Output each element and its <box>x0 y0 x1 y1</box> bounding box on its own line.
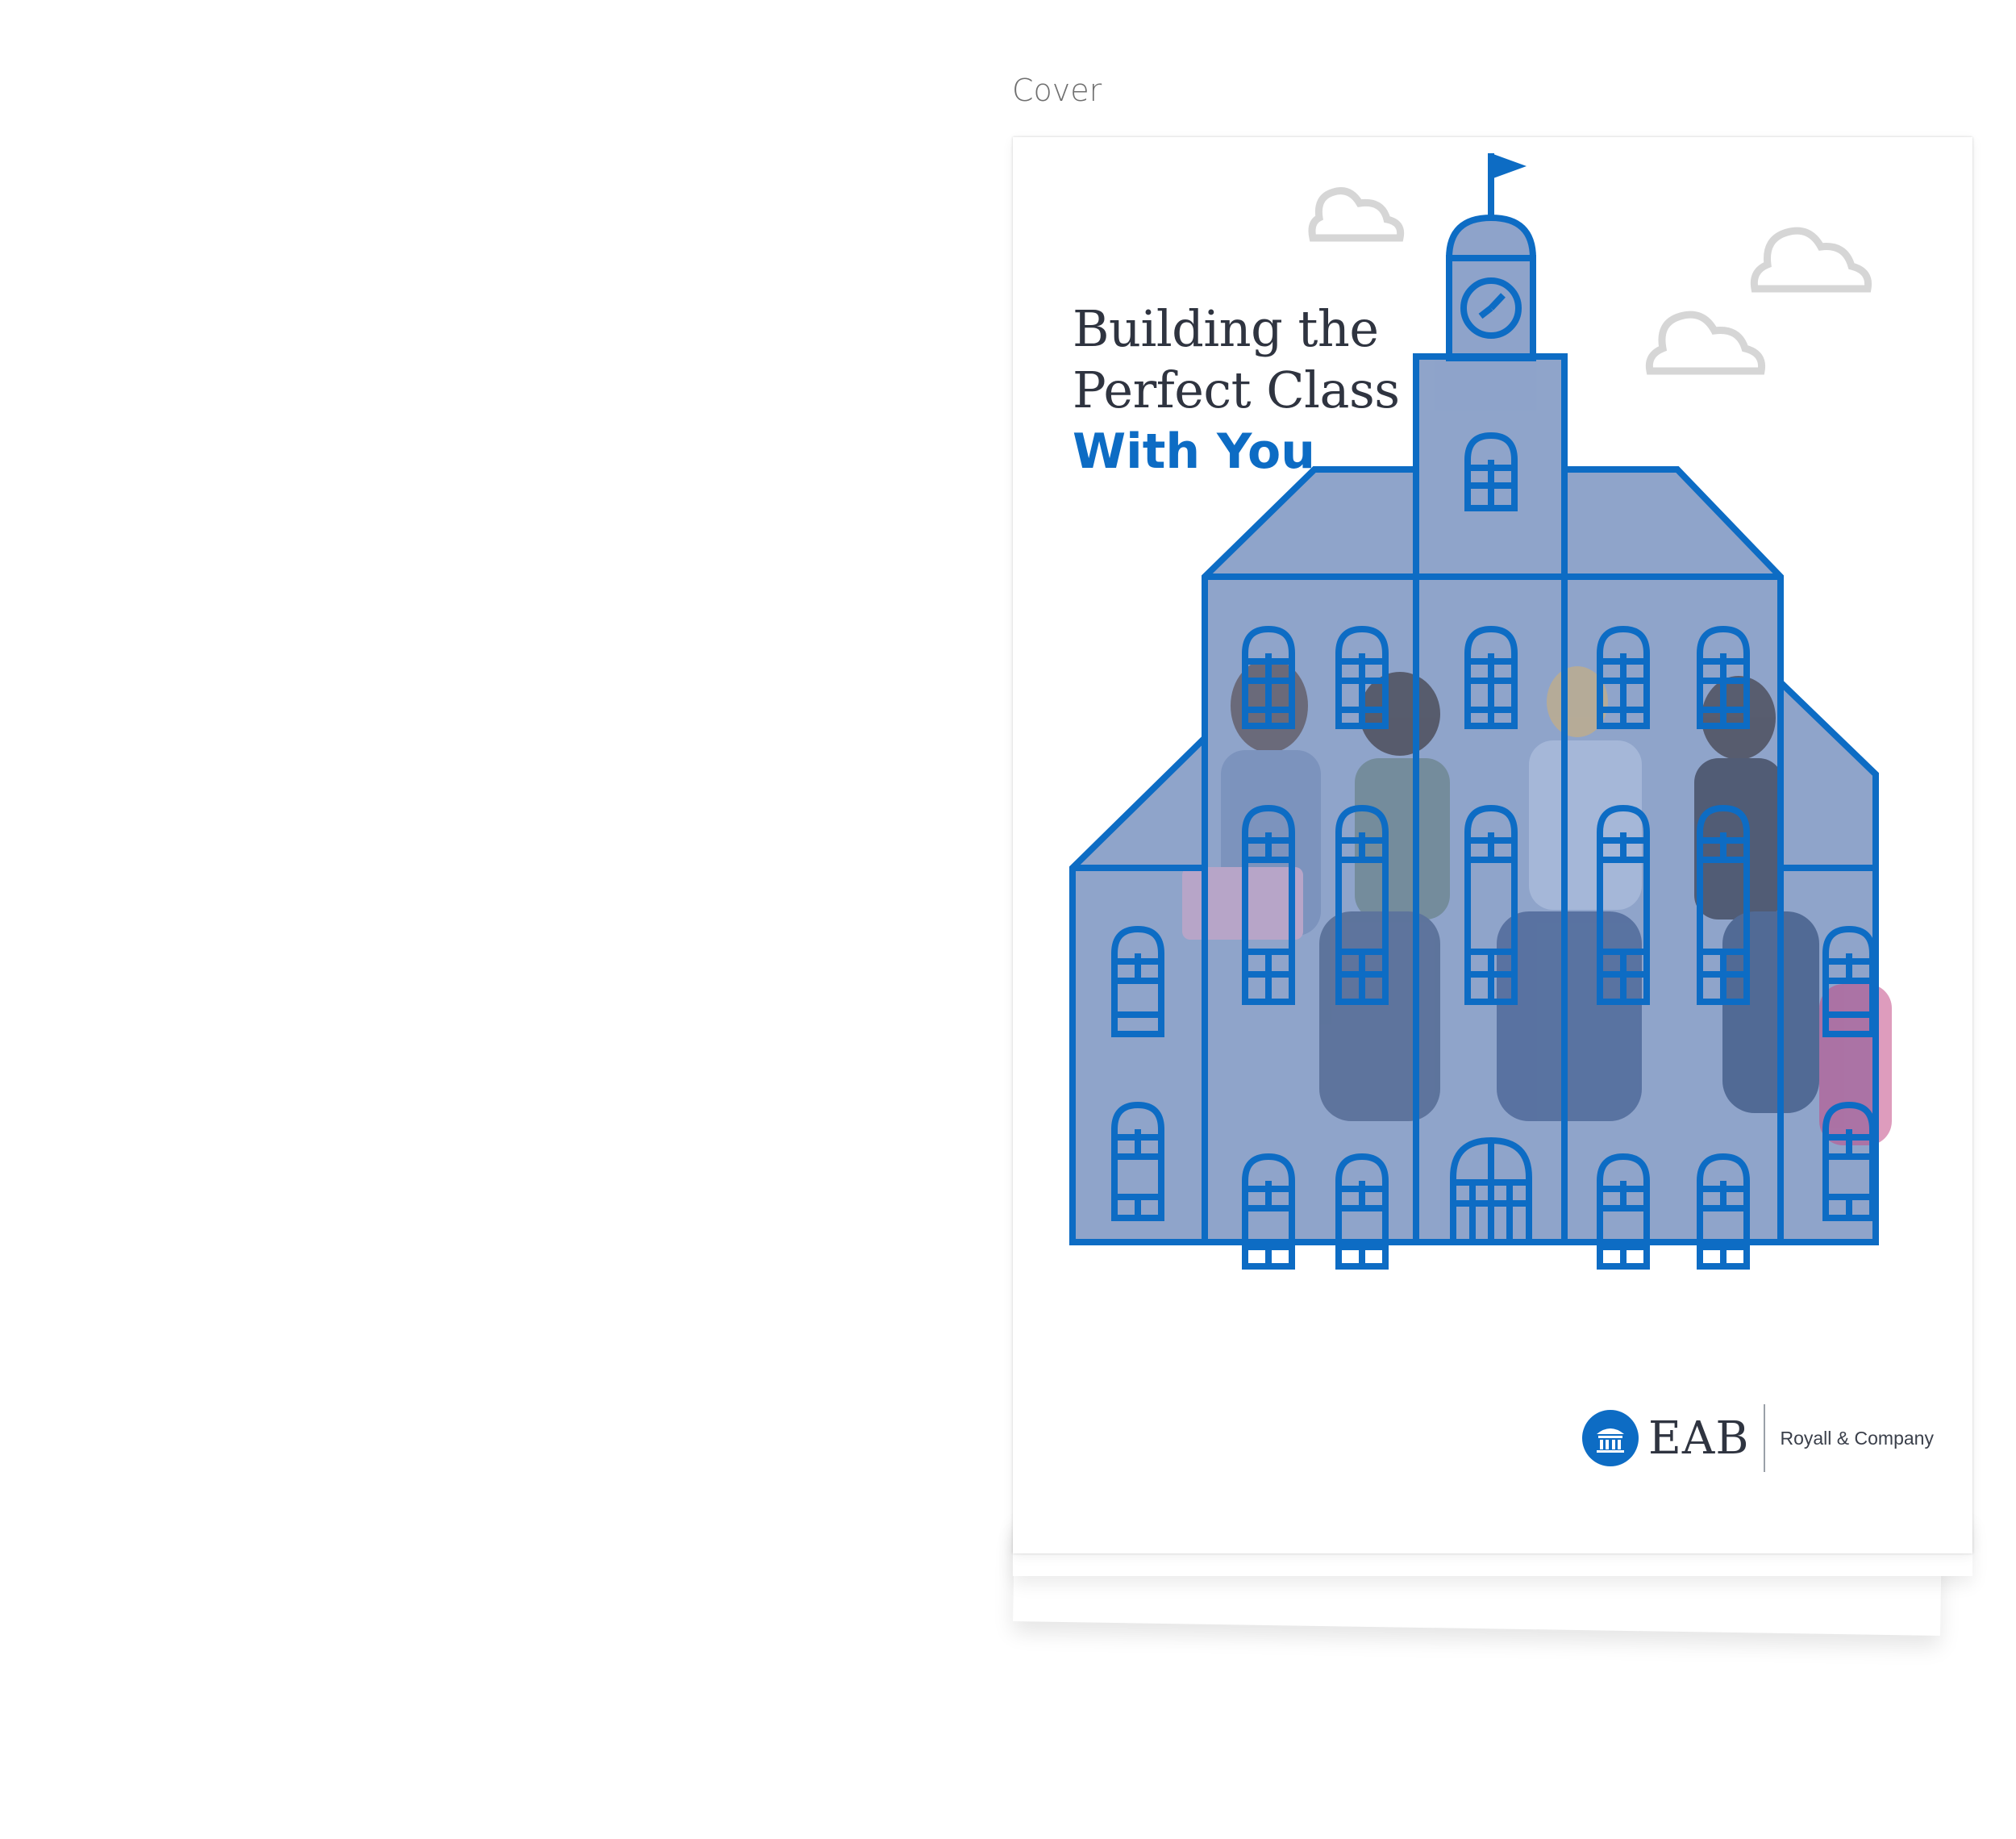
title-line-1: Building the <box>1073 299 1379 358</box>
pillared-building-icon <box>1582 1410 1639 1466</box>
title-line-2: Perfect Class <box>1073 361 1400 419</box>
cover-page: Building the Perfect Class With You EAB … <box>1013 137 1972 1553</box>
cloud-icon <box>1645 311 1766 375</box>
logo-divider <box>1764 1404 1766 1472</box>
company-name: Royall & Company <box>1780 1427 1934 1449</box>
cloud-icon <box>1308 187 1405 242</box>
cover-title: Building the Perfect Class With You <box>1073 298 1492 482</box>
cloud-icon <box>1750 227 1872 293</box>
title-accent: With You <box>1073 423 1315 480</box>
eab-logo: EAB Royall & Company <box>1582 1402 1934 1474</box>
brand-name: EAB <box>1648 1412 1750 1465</box>
canvas: Cover Building the Perfect Class With Yo… <box>0 0 2016 1839</box>
flag-icon <box>1491 153 1527 179</box>
cover-caption: Cover <box>1012 73 1102 108</box>
